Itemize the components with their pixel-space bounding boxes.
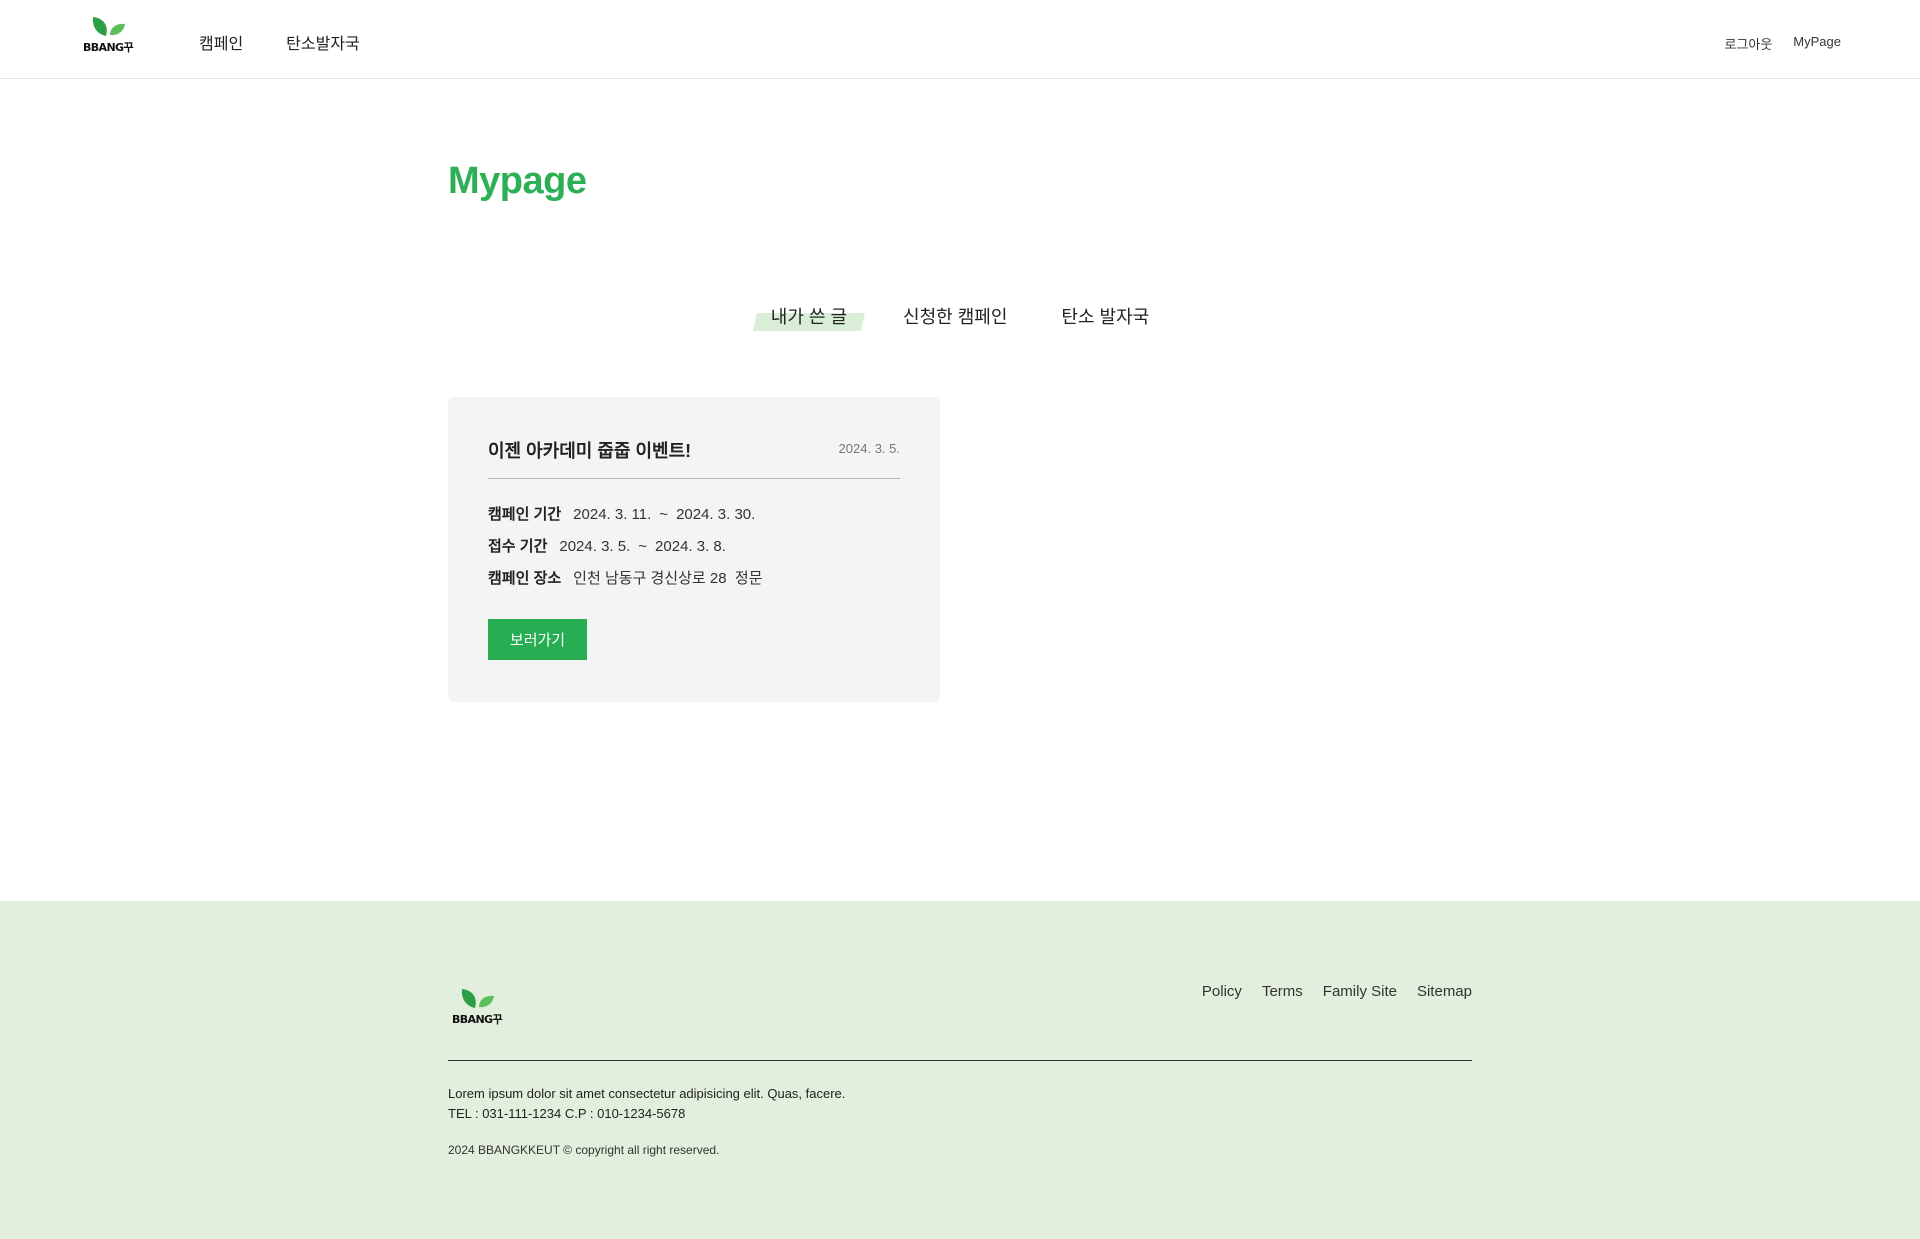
footer-logo[interactable]: BBANG꾸 [446,988,508,1027]
tab-my-posts[interactable]: 내가 쓴 글 [749,301,869,335]
logo-text: BBANG꾸 [82,41,134,54]
tab-label: 신청한 캠페인 [903,307,1008,327]
main-nav: 캠페인 탄소발자국 [199,30,360,54]
post-date: 2024. 3. 5. [838,441,900,456]
post-card: 이젠 아카데미 줍줍 이벤트! 2024. 3. 5. 캠페인 기간 2024. … [448,397,940,702]
site-logo[interactable]: BBANG꾸 [77,16,139,55]
util-nav: 로그아웃 MyPage [1724,34,1841,53]
footer-tel: TEL : 031-111-1234 C.P : 010-1234-5678 [448,1106,686,1121]
footer-copyright: 2024 BBANGKKEUT © copyright all right re… [448,1143,720,1157]
campaign-period-label: 캠페인 기간 [488,506,562,523]
tab-label: 내가 쓴 글 [770,307,848,327]
footer-info: Lorem ipsum dolor sit amet consectetur a… [448,1084,845,1124]
mypage-tabs: 내가 쓴 글 신청한 캠페인 탄소 발자국 [0,301,1920,335]
logo-text: BBANG꾸 [451,1013,503,1026]
page-title: Mypage [448,160,587,202]
footer-link-sitemap[interactable]: Sitemap [1417,983,1472,1000]
apply-period-label: 접수 기간 [488,538,548,555]
campaign-place-label: 캠페인 장소 [488,570,562,587]
leaf-icon [461,989,494,1008]
nav-carbon-footprint[interactable]: 탄소발자국 [286,30,360,54]
site-footer: BBANG꾸 Policy Terms Family Site Sitemap … [0,901,1920,1239]
campaign-end: 2024. 3. 30. [676,506,756,523]
campaign-place: 캠페인 장소 인천 남동구 경신상로 28 정문 [488,567,763,588]
campaign-place-value: 인천 남동구 경신상로 28 정문 [573,570,763,587]
mypage-link[interactable]: MyPage [1793,34,1841,53]
footer-link-terms[interactable]: Terms [1262,983,1303,1000]
view-button[interactable]: 보러가기 [488,619,587,660]
leaf-icon [92,17,125,36]
tilde: ~ [659,506,669,523]
nav-campaign[interactable]: 캠페인 [199,30,243,54]
tab-label: 탄소 발자국 [1061,307,1150,327]
tab-applied-campaigns[interactable]: 신청한 캠페인 [881,301,1029,335]
apply-period: 접수 기간 2024. 3. 5. ~2024. 3. 8. [488,535,726,556]
site-header: BBANG꾸 캠페인 탄소발자국 로그아웃 MyPage [0,0,1920,79]
footer-link-policy[interactable]: Policy [1202,983,1242,1000]
footer-nav: Policy Terms Family Site Sitemap [1202,983,1472,1000]
tab-carbon-footprint[interactable]: 탄소 발자국 [1039,301,1171,335]
post-title: 이젠 아카데미 줍줍 이벤트! [488,441,692,461]
campaign-start: 2024. 3. 11. [573,506,652,523]
logout-link[interactable]: 로그아웃 [1724,34,1772,53]
footer-divider [448,1060,1472,1061]
apply-end: 2024. 3. 8. [655,538,726,555]
apply-start: 2024. 3. 5. [559,538,631,555]
footer-link-family-site[interactable]: Family Site [1323,983,1397,1000]
post-card-header: 이젠 아카데미 줍줍 이벤트! 2024. 3. 5. [488,437,900,479]
footer-desc: Lorem ipsum dolor sit amet consectetur a… [448,1086,846,1101]
tilde: ~ [638,538,648,555]
campaign-period: 캠페인 기간 2024. 3. 11. ~2024. 3. 30. [488,503,755,524]
